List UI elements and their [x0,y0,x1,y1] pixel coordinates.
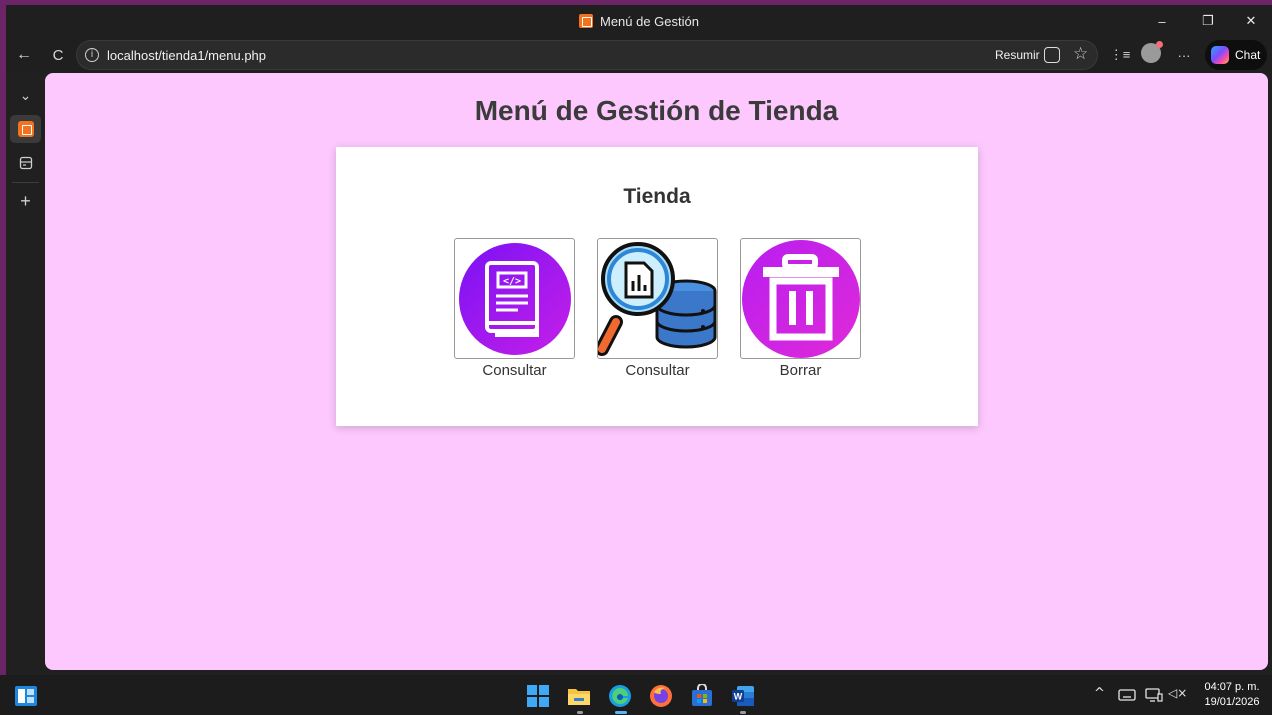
tab-xampp[interactable] [10,115,41,143]
show-hidden-icons-chevron-icon[interactable]: ^ [1094,686,1105,701]
option-image[interactable] [597,238,718,359]
xampp-favicon-icon [578,14,593,28]
file-explorer-icon[interactable] [567,684,591,708]
more-menu-button[interactable]: ··· [1170,41,1198,69]
windows-start-icon[interactable] [526,684,550,708]
profile-avatar[interactable] [1141,41,1163,63]
tab-page[interactable] [10,149,41,177]
page-tab-icon [19,156,32,170]
xampp-tab-icon [17,121,34,137]
page-content: Menú de Gestión de Tienda Tienda </> Con… [45,73,1268,670]
site-info-icon[interactable]: i [85,48,99,62]
system-clock[interactable]: 04:07 p. m. 19/01/2026 [1200,680,1264,710]
trash-icon [742,240,860,358]
clock-date: 19/01/2026 [1204,696,1260,708]
edge-icon[interactable] [608,684,632,708]
keyboard-icon[interactable] [1118,687,1136,703]
back-button[interactable]: ← [10,41,38,69]
taskbar: W ^ ◁× 04:07 p. m. 19/01/2026 [0,675,1272,715]
copilot-chat-button[interactable]: Chat [1205,40,1267,70]
option-label[interactable]: Borrar [740,362,861,379]
card-title: Tienda [623,185,691,208]
url-text[interactable]: localhost/tienda1/menu.php [107,48,266,63]
edge-active-indicator [615,711,627,714]
widgets-icon[interactable] [14,684,38,708]
svg-text:</>: </> [503,276,521,287]
vertical-tabs-sidebar: ⌄ + [6,73,45,675]
option-borrar[interactable]: Borrar [740,238,861,379]
code-book-icon: </> [459,243,571,355]
copilot-icon [1211,46,1229,64]
option-consultar-2[interactable]: Consultar [597,238,718,379]
title-bar: Menú de Gestión – ❐ ✕ [6,5,1272,37]
search-database-icon [598,242,717,356]
restore-button[interactable]: ❐ [1186,5,1230,37]
summarize-button[interactable]: Resumir [995,48,1040,62]
sidebar-divider [12,182,39,183]
option-consultar-1[interactable]: </> Consultar [454,238,575,379]
browser-toolbar: ← C i localhost/tienda1/menu.php Resumir… [6,37,1272,73]
file-explorer-indicator [577,711,583,714]
option-image[interactable] [740,238,861,359]
network-display-icon[interactable] [1145,687,1163,703]
minimize-button[interactable]: – [1140,5,1184,37]
favorite-star-icon[interactable]: ☆ [1073,44,1088,64]
address-bar[interactable]: i localhost/tienda1/menu.php Resumir ☆ [76,40,1098,70]
favorites-list-icon[interactable]: ⋮≡ [1106,41,1134,69]
chat-label: Chat [1235,48,1261,62]
option-label[interactable]: Consultar [454,362,575,379]
volume-muted-icon[interactable]: ◁× [1168,686,1187,700]
word-indicator [740,711,746,714]
option-label[interactable]: Consultar [597,362,718,379]
clock-time: 04:07 p. m. [1204,681,1260,693]
page-title: Menú de Gestión de Tienda [474,95,839,126]
svg-text:W: W [734,692,743,702]
option-image[interactable]: </> [454,238,575,359]
window-title: Menú de Gestión [599,13,699,29]
close-button[interactable]: ✕ [1229,5,1272,37]
menu-card: Tienda </> Consultar Consultar Borrar [336,147,978,426]
word-icon[interactable]: W [731,684,755,708]
microsoft-store-icon[interactable] [690,684,714,708]
browser-window: Menú de Gestión – ❐ ✕ ← C i localhost/ti… [6,5,1272,675]
new-tab-button[interactable]: + [10,187,41,215]
summarize-icon[interactable] [1044,47,1060,63]
firefox-icon[interactable] [649,684,673,708]
reload-button[interactable]: C [44,41,72,69]
collapse-tabs-chevron-icon[interactable]: ⌄ [10,81,41,109]
